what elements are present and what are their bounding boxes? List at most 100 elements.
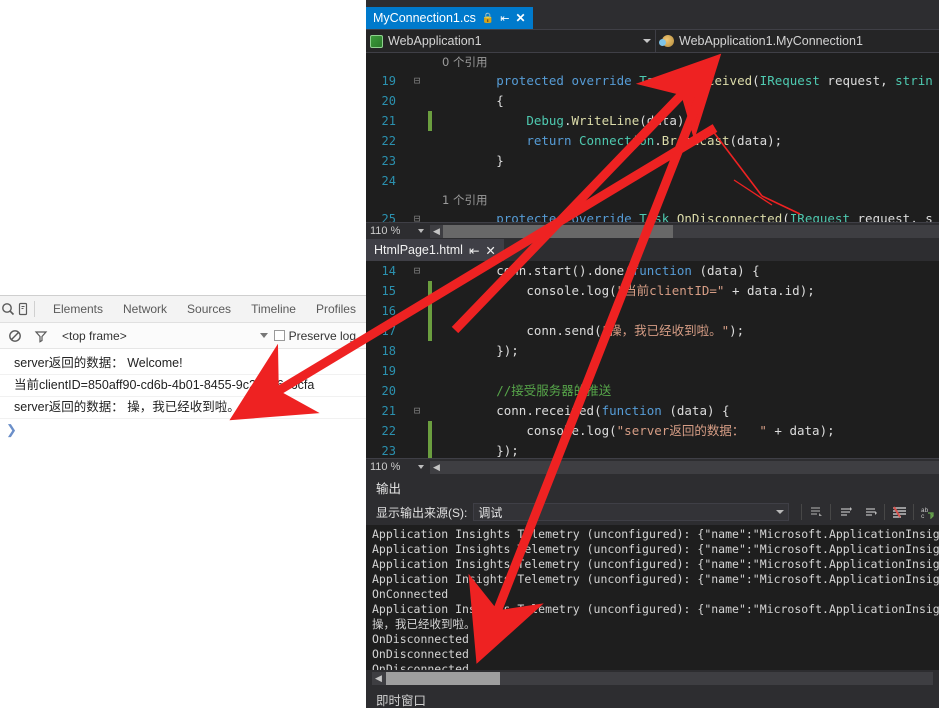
- zoom-level-1[interactable]: 110 %: [366, 225, 418, 237]
- console-prompt[interactable]: ❯: [0, 419, 366, 438]
- tab-timeline[interactable]: Timeline: [241, 298, 306, 320]
- frame-selector-value: <top frame>: [62, 328, 127, 343]
- code-lines: 19 ⊟ protected override Task OnReceived(I…: [366, 71, 939, 191]
- toggle-wordwrap-icon[interactable]: [888, 502, 910, 522]
- clear-output-icon[interactable]: [805, 502, 827, 522]
- code-text: protected override Task OnReceived(IRequ…: [496, 73, 933, 88]
- code-text: Debug.WriteLine(data);: [526, 113, 692, 128]
- search-icon[interactable]: [0, 296, 15, 322]
- code-lines: 25 ⊟ protected override Task OnDisconnect…: [366, 209, 939, 222]
- chevron-down-icon: [776, 510, 784, 514]
- code-line: 23 });: [366, 441, 939, 458]
- close-icon[interactable]: ✕: [485, 243, 495, 258]
- codelens-row: 0 个引用: [366, 53, 939, 71]
- code-editor-csharp[interactable]: 0 个引用 19 ⊟ protected override Task OnRece…: [366, 53, 939, 222]
- code-text: console.log("当前clientID=" + data.id);: [526, 283, 815, 298]
- toolbar-divider: [34, 301, 35, 317]
- tab-elements[interactable]: Elements: [43, 298, 113, 320]
- code-text: console.log("server返回的数据： " + data);: [526, 423, 835, 438]
- frame-selector[interactable]: <top frame>: [62, 329, 274, 343]
- code-editor-html[interactable]: 14 ⊟ conn.start().done(function (data) {1…: [366, 261, 939, 458]
- line-number: 24: [381, 174, 396, 188]
- zoom-level-2[interactable]: 110 %: [366, 461, 418, 473]
- scrollbar-thumb[interactable]: [443, 224, 673, 238]
- screenshot-root: Elements Network Sources Timeline Profil…: [0, 0, 939, 708]
- code-line: 21 ⊟ conn.received(function (data) {: [366, 401, 939, 421]
- fold-toggle-icon[interactable]: ⊟: [406, 261, 428, 281]
- fold-toggle-icon[interactable]: ⊟: [406, 209, 428, 222]
- tab-network[interactable]: Network: [113, 298, 177, 320]
- devtools-console-filterbar: <top frame> Preserve log: [0, 323, 366, 349]
- scroll-left-icon[interactable]: ◀: [430, 461, 443, 474]
- devtools-panel: Elements Network Sources Timeline Profil…: [0, 295, 366, 680]
- tab-myconnection1-cs[interactable]: MyConnection1.cs 🔒 ⇤ ✕: [366, 7, 533, 29]
- code-text: protected override Task OnDisconnected(I…: [496, 211, 933, 222]
- codelens-reference-count: 0 个引用: [442, 55, 488, 69]
- editor2-horizontal-scrollbar[interactable]: ◀: [430, 460, 939, 474]
- preserve-log-label: Preserve log: [288, 328, 356, 343]
- scrollbar-thumb[interactable]: [386, 672, 500, 685]
- nav-next-icon[interactable]: [859, 502, 881, 522]
- output-line: Application Insights Telemetry (unconfig…: [372, 527, 939, 541]
- code-line: 16: [366, 301, 939, 321]
- tab-htmlpage1-html[interactable]: HtmlPage1.html ⇤ ✕: [366, 239, 504, 261]
- output-source-label: 显示输出来源(S):: [376, 505, 468, 520]
- editor1-horizontal-scrollbar[interactable]: ◀: [430, 224, 939, 238]
- console-output: server返回的数据： Welcome! 当前clientID=850aff9…: [0, 349, 366, 438]
- device-toggle-icon[interactable]: [15, 296, 30, 322]
- filter-icon[interactable]: [28, 323, 54, 349]
- project-name: WebApplication1: [388, 34, 482, 48]
- line-number: 21: [381, 404, 396, 418]
- output-tool-buttons: ab c: [801, 502, 939, 522]
- line-number: 20: [381, 94, 396, 108]
- project-selector[interactable]: WebApplication1: [366, 29, 656, 53]
- toolbar-divider: [830, 504, 831, 520]
- close-icon[interactable]: ✕: [516, 11, 526, 25]
- chevron-down-icon[interactable]: [418, 465, 424, 469]
- type-selector[interactable]: WebApplication1.MyConnection1: [656, 34, 939, 48]
- code-text: return Connection.Broadcast(data);: [526, 133, 783, 148]
- output-text[interactable]: Application Insights Telemetry (unconfig…: [366, 525, 939, 670]
- code-text: conn.received(function (data) {: [496, 403, 730, 418]
- preserve-log-toggle[interactable]: Preserve log: [273, 328, 366, 343]
- chevron-down-icon[interactable]: [418, 229, 424, 233]
- scroll-left-icon[interactable]: ◀: [430, 225, 443, 238]
- toggle-find-icon[interactable]: ab c: [917, 502, 939, 522]
- output-source-select[interactable]: 调试: [473, 503, 789, 521]
- editor1-status-strip: 110 % ◀: [366, 222, 939, 239]
- tab-profiles[interactable]: Profiles: [306, 298, 366, 320]
- tab-sources[interactable]: Sources: [177, 298, 241, 320]
- output-line: Application Insights Telemetry (unconfig…: [372, 542, 939, 556]
- editor-tabstrip-1: MyConnection1.cs 🔒 ⇤ ✕: [366, 7, 939, 30]
- pin-icon[interactable]: ⇤: [469, 243, 479, 258]
- immediate-window-tab[interactable]: 即时窗口: [366, 685, 939, 708]
- editor-navigation-bar: WebApplication1 WebApplication1.MyConnec…: [366, 29, 939, 53]
- nav-prev-icon[interactable]: [834, 502, 856, 522]
- pin-icon[interactable]: ⇤: [500, 12, 509, 25]
- output-pane-title: 输出: [376, 481, 402, 496]
- code-line: 22 return Connection.Broadcast(data);: [366, 131, 939, 151]
- scroll-left-icon[interactable]: ◀: [372, 672, 385, 685]
- preserve-log-checkbox[interactable]: [273, 330, 285, 341]
- code-line: 17 conn.send("操，我已经收到啦。");: [366, 321, 939, 341]
- output-line: OnConnected: [372, 587, 449, 601]
- fold-toggle-icon[interactable]: ⊟: [406, 401, 428, 421]
- clear-console-icon[interactable]: [2, 323, 28, 349]
- line-number: 21: [381, 114, 396, 128]
- output-source-value: 调试: [478, 505, 503, 520]
- output-horizontal-scrollbar[interactable]: ◀: [372, 672, 933, 685]
- output-toolbar: 显示输出来源(S): 调试 ab c: [366, 499, 939, 525]
- fold-toggle-icon[interactable]: ⊟: [406, 71, 428, 91]
- output-line: Application Insights Telemetry (unconfig…: [372, 572, 939, 586]
